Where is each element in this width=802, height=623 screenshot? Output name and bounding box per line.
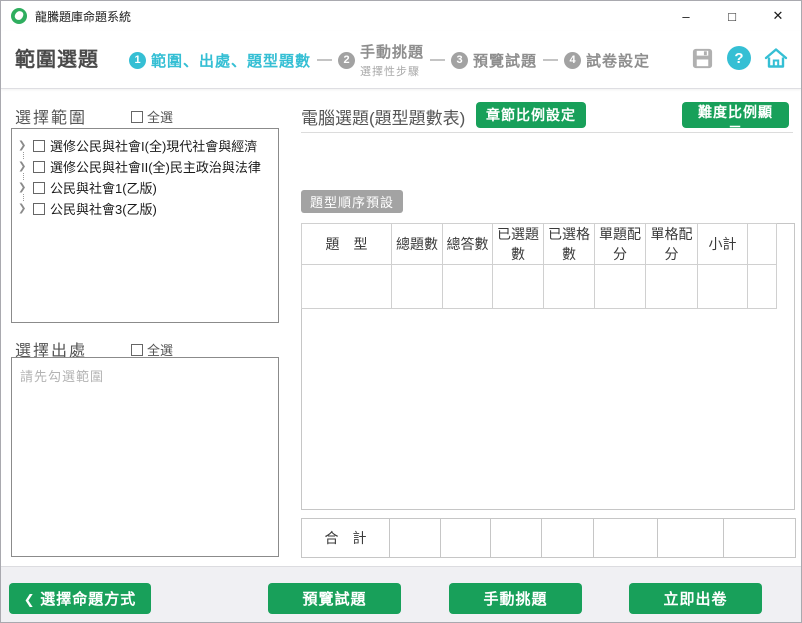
col-selected-cells: 已選格數 xyxy=(543,223,595,265)
tree-item[interactable]: 公民與社會1(乙版) xyxy=(18,177,272,201)
step-4-badge: 4 xyxy=(564,51,582,69)
tree-item-label: 公民與社會1(乙版) xyxy=(50,181,157,196)
col-selected-questions: 已選題數 xyxy=(492,223,544,265)
minimize-button[interactable]: – xyxy=(663,1,709,31)
tree-item-label: 公民與社會3(乙版) xyxy=(50,202,157,217)
tree-item[interactable]: 選修公民與社會II(全)民主政治與法律 xyxy=(18,156,272,180)
totals-table: 合 計 xyxy=(301,518,796,558)
col-question-type: 題 型 xyxy=(301,223,392,265)
tree-item-checkbox[interactable] xyxy=(33,181,45,194)
app-logo-icon xyxy=(11,8,27,24)
totals-row: 合 計 xyxy=(301,518,796,558)
step-3-preview[interactable]: 3 預覽試題 xyxy=(451,50,537,71)
chapter-ratio-button[interactable]: 章節比例設定 xyxy=(476,102,586,128)
range-tree-box: 選修公民與社會I(全)現代社會與經濟 選修公民與社會II(全)民主政治與法律 公… xyxy=(11,128,279,323)
chevron-right-icon[interactable] xyxy=(18,141,28,151)
col-total-questions: 總題數 xyxy=(391,223,443,265)
step-4-paper-settings[interactable]: 4 試卷設定 xyxy=(564,50,650,71)
col-total-answers: 總答數 xyxy=(442,223,493,265)
chevron-right-icon[interactable] xyxy=(18,162,28,172)
manual-pick-button[interactable]: 手動挑題 xyxy=(449,583,582,614)
tree-item-label: 選修公民與社會II(全)民主政治與法律 xyxy=(50,160,261,175)
maximize-button[interactable]: □ xyxy=(709,1,755,31)
step-2-badge: 2 xyxy=(338,51,356,69)
app-window: 龍騰題庫命題系統 – □ ✕ 範圍選題 1 範圍、出處、題型題數 2 手動挑題 … xyxy=(0,0,802,623)
step-2-sublabel: 選擇性步驟 xyxy=(360,66,421,78)
preview-questions-button[interactable]: 預覽試題 xyxy=(268,583,401,614)
step-3-label: 預覽試題 xyxy=(473,52,538,70)
step-1-badge: 1 xyxy=(129,51,146,69)
col-points-per-cell: 單格配分 xyxy=(645,223,698,265)
tree-item-checkbox[interactable] xyxy=(33,139,45,152)
save-icon[interactable] xyxy=(689,45,715,71)
step-connector xyxy=(430,59,446,61)
step-2-label: 手動挑題 xyxy=(360,44,425,61)
title-bar: 龍騰題庫命題系統 – □ ✕ xyxy=(1,1,801,31)
tree-item-checkbox[interactable] xyxy=(33,202,45,215)
tree-item-checkbox[interactable] xyxy=(33,160,45,173)
col-blank xyxy=(747,223,777,265)
main-panel-title: 電腦選題(題型題數表) xyxy=(301,109,466,128)
help-icon[interactable] xyxy=(726,45,752,71)
table-empty-row xyxy=(301,264,777,309)
footer-bar: 選擇命題方式 預覽試題 手動挑題 立即出卷 xyxy=(1,566,801,622)
back-to-mode-button[interactable]: 選擇命題方式 xyxy=(9,583,151,614)
home-icon[interactable] xyxy=(763,45,789,71)
question-type-table: 題 型 總題數 總答數 已選題數 已選格數 單題配分 單格配分 小計 xyxy=(301,223,777,309)
page-header: 範圍選題 1 範圍、出處、題型題數 2 手動挑題 選擇性步驟 3 預覽試題 4 xyxy=(1,31,801,89)
chevron-right-icon[interactable] xyxy=(18,183,28,193)
source-select-all-checkbox[interactable] xyxy=(131,343,143,356)
type-order-preset-button[interactable]: 題型順序預設 xyxy=(301,190,404,213)
totals-label: 合 計 xyxy=(301,518,390,558)
range-select-all[interactable]: 全選 xyxy=(131,107,173,126)
step-2-manual-pick[interactable]: 2 手動挑題 選擇性步驟 xyxy=(338,41,424,79)
range-select-all-label: 全選 xyxy=(147,110,174,125)
difficulty-ratio-button[interactable]: 難度比例顯示 xyxy=(682,102,789,140)
step-3-badge: 3 xyxy=(451,51,469,69)
col-subtotal: 小計 xyxy=(697,223,748,265)
table-header-row: 題 型 總題數 總答數 已選題數 已選格數 單題配分 單格配分 小計 xyxy=(301,223,777,265)
question-type-table-container: 題 型 總題數 總答數 已選題數 已選格數 單題配分 單格配分 小計 xyxy=(301,223,795,510)
page-title: 範圍選題 xyxy=(15,49,99,71)
col-points-per-question: 單題配分 xyxy=(594,223,646,265)
tree-item[interactable]: 選修公民與社會I(全)現代社會與經濟 xyxy=(18,135,272,159)
tree-item[interactable]: 公民與社會3(乙版) xyxy=(18,198,272,219)
header-icons xyxy=(689,45,789,71)
range-section-title: 選擇範圍 xyxy=(15,110,88,127)
generate-paper-button[interactable]: 立即出卷 xyxy=(629,583,762,614)
range-select-all-checkbox[interactable] xyxy=(131,110,143,123)
totals-table-container: 合 計 xyxy=(301,518,796,558)
step-connector xyxy=(543,59,559,61)
range-tree: 選修公民與社會I(全)現代社會與經濟 選修公民與社會II(全)民主政治與法律 公… xyxy=(12,129,278,225)
app-title: 龍騰題庫命題系統 xyxy=(35,9,132,24)
source-placeholder: 請先勾選範圍 xyxy=(20,369,105,384)
stepper: 1 範圍、出處、題型題數 2 手動挑題 選擇性步驟 3 預覽試題 4 試卷設定 xyxy=(129,31,650,89)
source-list-box: 請先勾選範圍 xyxy=(11,357,279,557)
window-controls: – □ ✕ xyxy=(663,1,801,31)
step-1-range[interactable]: 1 範圍、出處、題型題數 xyxy=(129,50,311,71)
tree-item-label: 選修公民與社會I(全)現代社會與經濟 xyxy=(50,139,258,154)
step-4-label: 試卷設定 xyxy=(586,52,651,70)
main-divider xyxy=(301,132,793,133)
step-1-label: 範圍、出處、題型題數 xyxy=(151,52,312,70)
chevron-right-icon[interactable] xyxy=(18,204,28,214)
step-connector xyxy=(317,59,333,61)
close-button[interactable]: ✕ xyxy=(755,1,801,31)
